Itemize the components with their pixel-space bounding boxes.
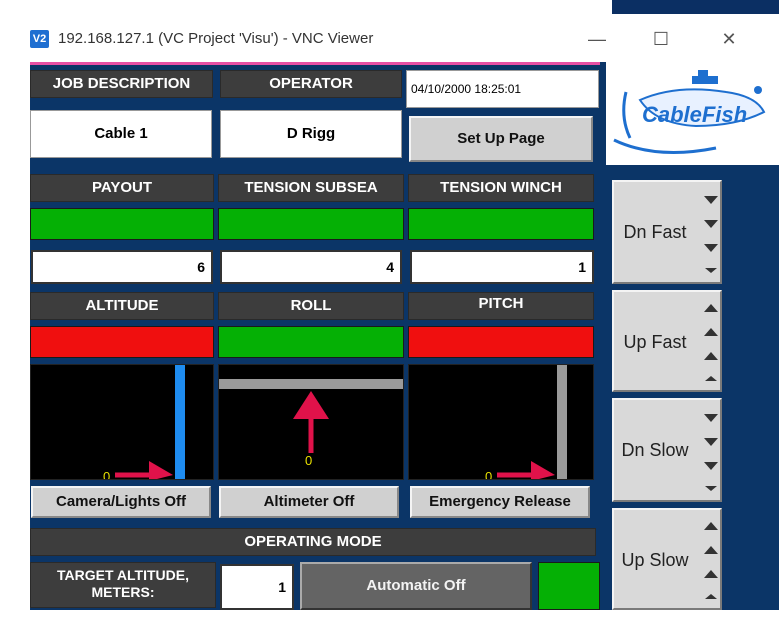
operating-mode-label: OPERATING MODE [30,528,596,556]
window-title: 192.168.127.1 (VC Project 'Visu') - VNC … [58,30,374,47]
chevron-down-icon [705,268,717,273]
altitude-indicator-panel: 0 [30,364,214,480]
chevron-down-icon [704,244,718,252]
roll-arrow-icon [293,391,329,453]
dn-fast-label: Dn Fast [623,222,687,242]
automatic-mode-button[interactable]: Automatic Off [300,562,532,610]
setup-page-button[interactable]: Set Up Page [409,116,593,162]
target-altitude-label-line2: METERS: [91,584,155,600]
chevron-down-icon [705,486,717,491]
altitude-status-bar [30,326,214,358]
pitch-marker: 0 [485,469,493,480]
roll-status-bar [218,326,404,358]
payout-status-bar [30,208,214,240]
pitch-indicator-panel: 0 [408,364,594,480]
dn-fast-button[interactable]: Dn Fast [612,180,722,284]
up-fast-button[interactable]: Up Fast [612,290,722,392]
emergency-release-button[interactable]: Emergency Release [410,486,590,518]
up-slow-label: Up Slow [621,550,689,570]
chevron-up-icon [704,522,718,530]
altitude-label: ALTITUDE [30,292,214,320]
job-description-label: JOB DESCRIPTION [30,70,213,98]
chevron-up-icon [705,594,717,599]
pitch-status-bar [408,326,594,358]
operator-field[interactable]: D Rigg [220,110,402,158]
payout-value: 6 [31,250,213,284]
operator-label: OPERATOR [220,70,402,98]
jog-controls: Dn Fast Up Fast Dn Slow Up Slow [612,178,726,610]
chevron-up-icon [704,304,718,312]
tension-winch-value: 1 [410,250,594,284]
accent-strip [30,62,600,65]
up-slow-button[interactable]: Up Slow [612,508,722,610]
chevron-up-icon [705,376,717,381]
close-button[interactable]: ✕ [708,24,750,54]
chevron-down-icon [704,462,718,470]
hmi-screen: JOB DESCRIPTION OPERATOR 04/10/2000 18:2… [30,62,779,610]
chevron-up-icon [704,570,718,578]
pitch-indicator-bar [557,365,567,479]
chevron-up-icon [704,546,718,554]
dn-slow-label: Dn Slow [621,440,689,460]
tension-subsea-value: 4 [220,250,402,284]
chevron-down-icon [704,438,718,446]
minimize-button[interactable]: — [576,24,618,54]
chevron-up-icon [704,328,718,336]
roll-indicator-bar [219,379,403,389]
altitude-marker: 0 [103,469,111,480]
roll-marker: 0 [305,453,313,468]
chevron-up-icon [704,352,718,360]
camera-lights-button[interactable]: Camera/Lights Off [31,486,211,518]
tension-subsea-label: TENSION SUBSEA [218,174,404,202]
pitch-label: PITCH [408,292,594,320]
tension-winch-status-bar [408,208,594,240]
cablefish-logo: CableFish [606,62,779,165]
chevron-down-icon [704,196,718,204]
job-description-field[interactable]: Cable 1 [30,110,212,158]
vnc-app-icon: V2 [30,30,49,48]
payout-label: PAYOUT [30,174,214,202]
up-fast-label: Up Fast [623,332,687,352]
window-titlebar[interactable]: V2 192.168.127.1 (VC Project 'Visu') - V… [20,18,779,62]
altitude-arrow-icon [115,461,173,479]
chevron-down-icon [704,414,718,422]
target-altitude-input[interactable]: 1 [220,564,294,610]
dn-slow-button[interactable]: Dn Slow [612,398,722,502]
altimeter-button[interactable]: Altimeter Off [219,486,399,518]
tension-subsea-status-bar [218,208,404,240]
logo-text: CableFish [642,102,748,127]
operating-mode-status-indicator [538,562,600,610]
target-altitude-label-line1: TARGET ALTITUDE, [57,567,189,583]
pitch-arrow-icon [497,461,555,479]
target-altitude-label: TARGET ALTITUDE, METERS: [30,562,216,608]
background-accent [612,0,779,14]
roll-indicator-panel: 0 [218,364,404,480]
chevron-down-icon [704,220,718,228]
tension-winch-label: TENSION WINCH [408,174,594,202]
datetime-display: 04/10/2000 18:25:01 [406,70,599,108]
roll-label: ROLL [218,292,404,320]
maximize-button[interactable]: ☐ [640,24,682,54]
altitude-indicator-bar [175,365,185,479]
